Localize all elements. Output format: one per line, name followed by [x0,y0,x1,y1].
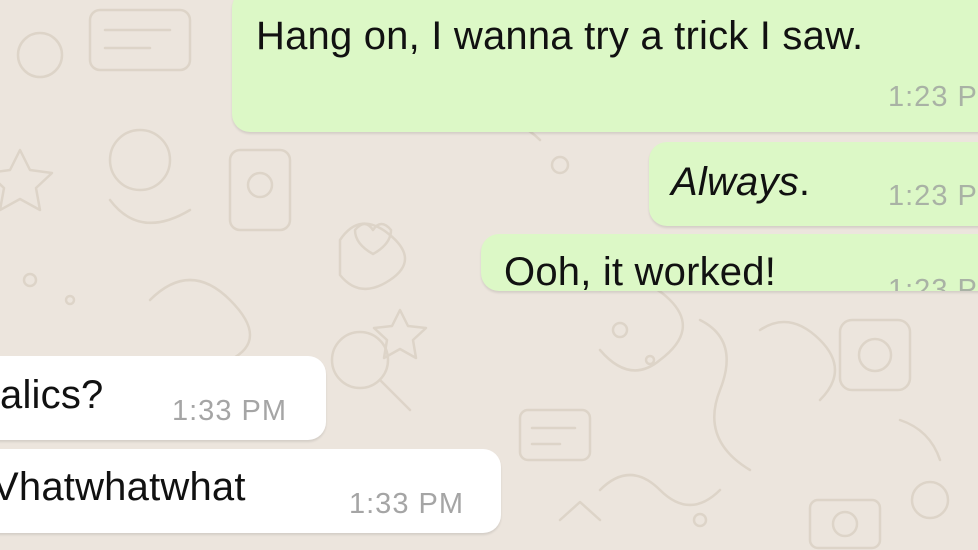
message-italic-text: Always [671,160,799,204]
message-timestamp: 1:33 PM [172,395,287,427]
message-bubble-outgoing[interactable]: Hang on, I wanna try a trick I saw. 1:23… [232,0,978,132]
message-text: Always. [671,160,810,205]
message-timestamp: 1:23 P [888,81,978,113]
message-text: alics? [0,373,104,417]
message-bubble-outgoing[interactable]: Ooh, it worked! 1:23 P [481,234,978,291]
message-text: Hang on, I wanna try a trick I saw. [256,14,864,58]
message-text: Vhatwhatwhat [0,465,246,509]
message-text-suffix: . [798,160,811,204]
chat-view[interactable]: Hang on, I wanna try a trick I saw. 1:23… [0,0,978,550]
message-timestamp: 1:23 P [888,274,978,291]
message-timestamp: 1:23 P [888,180,978,212]
message-bubble-incoming[interactable]: alics? 1:33 PM [0,356,326,440]
message-bubble-incoming[interactable]: Vhatwhatwhat 1:33 PM [0,449,501,533]
message-bubble-outgoing[interactable]: Always. 1:23 P [649,142,978,226]
message-text: Ooh, it worked! [504,250,777,291]
message-timestamp: 1:33 PM [349,488,464,520]
